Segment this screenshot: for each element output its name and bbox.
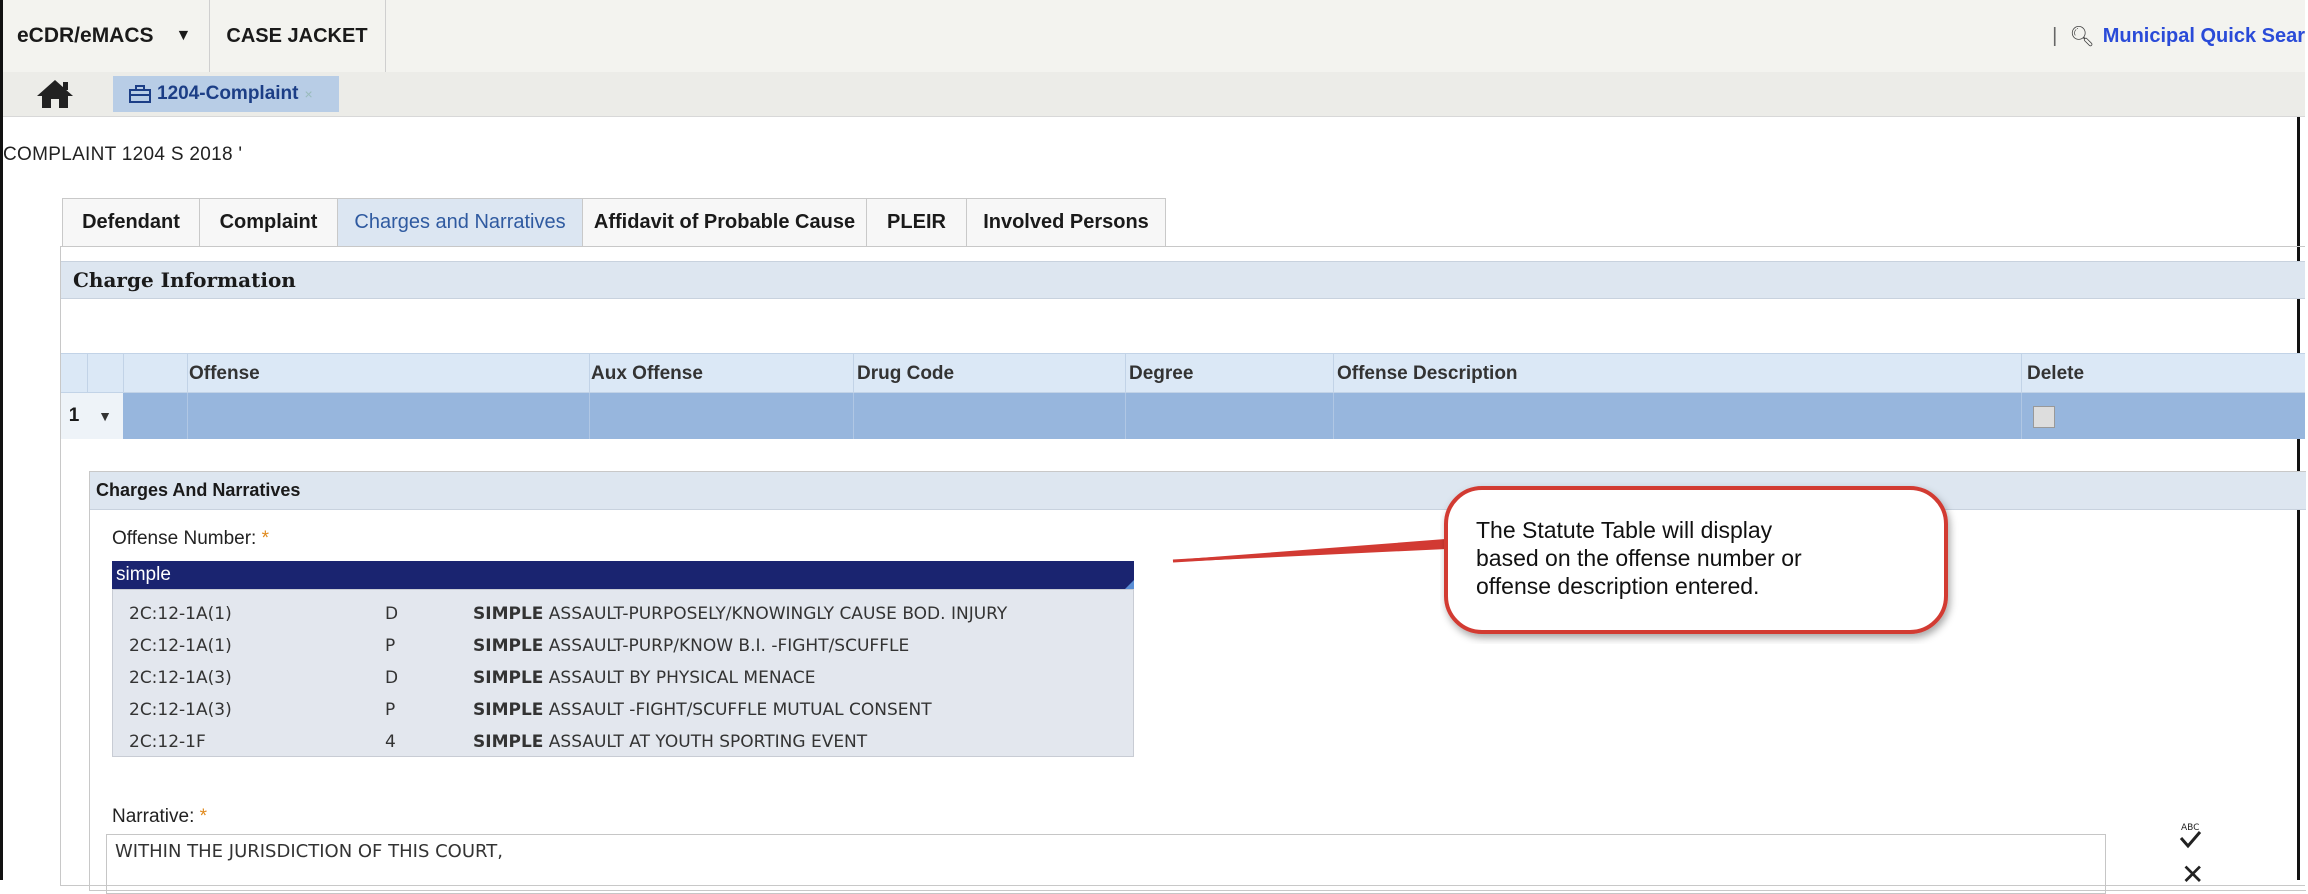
callout-line-1: The Statute Table will display [1476, 517, 1773, 543]
result-match: SIMPLE [473, 604, 544, 624]
result-degree: 4 [385, 732, 396, 752]
result-desc: ASSAULT-PURP/KNOW B.I. -FIGHT/SCUFFLE [543, 636, 910, 656]
column-degree[interactable]: Degree [1129, 363, 1193, 385]
close-icon[interactable]: ✕ [2181, 858, 2204, 891]
result-code: 2C:12-1F [129, 732, 206, 752]
result-match: SIMPLE [473, 700, 544, 720]
charges-and-narratives-panel: Charges And Narratives Offense Number: *… [89, 471, 2306, 894]
callout-line-3: offense description entered. [1476, 573, 1760, 599]
trash-icon[interactable] [2033, 406, 2055, 428]
result-match: SIMPLE [473, 636, 544, 656]
tab-charges-and-narratives[interactable]: Charges and Narratives [337, 198, 583, 246]
app-menu-button[interactable]: eCDR/eMACS ▼ [3, 0, 211, 72]
tab-pleir[interactable]: PLEIR [866, 198, 967, 246]
row-index: 1 [61, 393, 87, 439]
municipal-quick-search[interactable]: | 🔍︎ Municipal Quick Sear [2052, 0, 2305, 72]
result-match: SIMPLE [473, 732, 544, 752]
offense-number-label: Offense Number: * [112, 528, 269, 550]
chevron-down-icon[interactable]: ▼ [87, 393, 123, 439]
list-item[interactable]: 2C:12-1A(3) D SIMPLE ASSAULT BY PHYSICAL… [113, 662, 1133, 696]
required-icon: * [261, 528, 270, 549]
narrative-label-text: Narrative: [112, 806, 195, 827]
page-title: COMPLAINT 1204 S 2018 ' [3, 144, 243, 165]
statute-results-list: 2C:12-1A(1) D SIMPLE ASSAULT-PURPOSELY/K… [112, 589, 1134, 757]
column-delete: Delete [2027, 363, 2085, 384]
top-bar: eCDR/eMACS ▼ CASE JACKET | 🔍︎ Municipal … [3, 0, 2305, 73]
column-offense[interactable]: Offense [189, 363, 260, 385]
offense-number-input[interactable] [112, 561, 1134, 589]
document-tab[interactable]: 1204-Complaint × [113, 76, 339, 112]
column-offense-description[interactable]: Offense Description [1337, 363, 1518, 385]
result-degree: P [385, 700, 396, 720]
result-code: 2C:12-1A(3) [129, 700, 232, 720]
document-tab-bar: 1204-Complaint × [3, 72, 2305, 117]
charge-information-header: Charge Information [61, 261, 2305, 299]
app-menu-label: eCDR/eMACS [17, 24, 154, 47]
offense-number-label-text: Offense Number: [112, 528, 257, 549]
narrative-label: Narrative: * [112, 806, 207, 828]
home-icon[interactable] [35, 78, 75, 110]
result-desc: ASSAULT AT YOUTH SPORTING EVENT [543, 732, 868, 752]
search-icon: 🔍︎ [2069, 25, 2095, 48]
tab-defendant[interactable]: Defendant [62, 198, 200, 246]
result-code: 2C:12-1A(1) [129, 636, 232, 656]
charge-grid-header: Offense Aux Offense Drug Code Degree Off… [61, 353, 2305, 394]
tab-complaint[interactable]: Complaint [199, 198, 338, 246]
charges-panel: Charge Information Offense Aux Offense D… [60, 246, 2306, 894]
result-code: 2C:12-1A(1) [129, 604, 232, 624]
spellcheck-icon[interactable]: ABC [2175, 820, 2205, 854]
column-drug-code[interactable]: Drug Code [857, 363, 954, 385]
result-desc: ASSAULT -FIGHT/SCUFFLE MUTUAL CONSENT [543, 700, 932, 720]
statute-table-callout: The Statute Table will display based on … [1440, 482, 1960, 644]
column-aux-offense[interactable]: Aux Offense [591, 363, 703, 385]
result-match: SIMPLE [473, 668, 544, 688]
result-degree: D [385, 604, 399, 624]
document-tab-label: 1204-Complaint [157, 83, 299, 104]
table-row[interactable]: 1 ▼ [61, 393, 2305, 439]
list-item[interactable]: 2C:12-1A(1) P SIMPLE ASSAULT-PURP/KNOW B… [113, 630, 1133, 664]
result-code: 2C:12-1A(3) [129, 668, 232, 688]
list-item[interactable]: 2C:12-1F 4 SIMPLE ASSAULT AT YOUTH SPORT… [113, 726, 1133, 760]
narrative-textarea[interactable]: WITHIN THE JURISDICTION OF THIS COURT, [106, 834, 2106, 894]
result-degree: D [385, 668, 399, 688]
result-degree: P [385, 636, 396, 656]
close-tab-icon[interactable]: × [304, 86, 312, 102]
list-item[interactable]: 2C:12-1A(1) D SIMPLE ASSAULT-PURPOSELY/K… [113, 598, 1133, 632]
tab-affidavit-of-probable-cause[interactable]: Affidavit of Probable Cause [582, 198, 867, 246]
result-desc: ASSAULT BY PHYSICAL MENACE [543, 668, 816, 688]
quick-search-label: Municipal Quick Sear [2102, 24, 2305, 47]
required-icon: * [199, 806, 208, 827]
separator: | [2052, 24, 2058, 47]
caret-down-icon: ▼ [175, 27, 192, 44]
case-jacket-button[interactable]: CASE JACKET [209, 0, 386, 72]
list-item[interactable]: 2C:12-1A(3) P SIMPLE ASSAULT -FIGHT/SCUF… [113, 694, 1133, 728]
section-tabs: Defendant Complaint Charges and Narrativ… [62, 198, 1166, 246]
callout-line-2: based on the offense number or [1476, 545, 1802, 571]
briefcase-icon [129, 85, 151, 103]
tab-involved-persons[interactable]: Involved Persons [966, 198, 1166, 246]
result-desc: ASSAULT-PURPOSELY/KNOWINGLY CAUSE BOD. I… [543, 604, 1008, 624]
svg-text:ABC: ABC [2181, 823, 2199, 833]
charges-and-narratives-header: Charges And Narratives [90, 472, 2306, 510]
